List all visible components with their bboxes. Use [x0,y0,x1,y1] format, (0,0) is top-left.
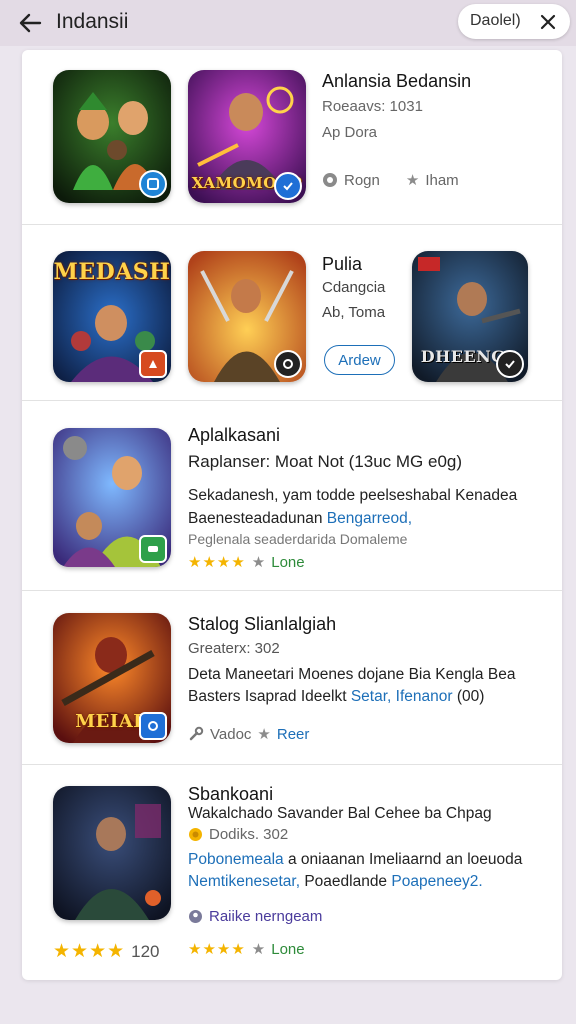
app-description-text: Pobonemeala a oniaanan Imeliaarnd an loe… [188,851,522,869]
game-icon-hammer-hero[interactable] [53,428,171,567]
info-icon [323,173,337,187]
description-segment: Basters Isaprad Ideelkt [188,688,347,705]
game-icon-purple-soldier[interactable]: XAMOMOUP [188,70,306,203]
description-segment: (00) [456,688,485,705]
app-description-text: Baenesteadadunan Bengarreod, [188,510,412,528]
rating-stars-icon: ★★★★ [53,941,126,962]
rating-label: Lone [271,553,305,571]
app-description-text: Basters Isaprad Ideelkt Setar, Ifenanor … [188,688,484,706]
rating-stars-icon: ★★★★ [188,554,246,571]
close-icon [540,14,556,30]
coin-icon [189,828,202,841]
app-tagline-text: Wakalchado Savander Bal Cehee ba Chpag [188,805,492,822]
app-developer-text: Ap Dora [322,124,378,141]
description-segment: Poaedlande [304,873,388,890]
author-label[interactable]: Raiike nerngeam [209,908,322,925]
row-divider [22,590,562,591]
rating-stars-icon: ★★★★ [188,941,246,958]
back-button[interactable] [14,8,46,38]
close-button[interactable] [536,10,560,34]
star-icon: ★ [257,726,271,743]
top-app-bar: Indansii Daolel) [0,0,576,46]
app-title: Indansii [56,10,129,33]
star-icon: ★ [251,554,266,571]
app-category-text: Cdangcia [322,279,386,296]
game-icon-dual-blade-hero[interactable] [188,251,306,382]
app-rating-row: ★★★★ ★ Lone [188,553,305,572]
platform-badge-icon [496,350,524,378]
app-description-text: Nemtikenesetar, Poaedlande Poapeneey2. [188,873,483,891]
app-reviews-row: Dodiks. 302 [188,826,288,843]
star-icon: ★ [251,941,266,958]
app-author-row: Raiike nerngeam [188,908,322,925]
platform-badge-icon [139,712,167,740]
app-title-text: Anlansia Bedansin [322,71,472,91]
platform-badge-icon [139,170,167,198]
app-description-text: Sekadanesh, yam todde peelseshabal Kenad… [188,487,518,504]
platform-badge-icon [274,350,302,378]
app-title-text: Aplalkasani [188,425,281,445]
reviews-label: Dodiks. 302 [209,826,289,843]
wrench-icon [189,726,204,741]
platform-badge-icon [139,535,167,563]
description-segment: a oniaanan Imeliaarnd an loeuoda [287,851,523,868]
description-link[interactable]: Poapeneey2. [391,873,482,890]
app-meta-row: Rogn ★ Iham [322,171,459,189]
app-subtitle-text: Raplanser: Moat Not (13uc MG e0g) [188,452,463,471]
game-icon-green-warrior[interactable] [53,70,171,203]
pill-action-button[interactable]: Daolel) [470,12,521,30]
description-link[interactable]: Setar, Ifenanor [351,688,453,705]
install-button[interactable]: Ardew [324,345,395,375]
rating-count: 120 [131,941,160,961]
description-segment: Baenesteadadunan [188,510,323,527]
meta-label: Rogn [344,171,380,189]
arrow-left-icon [19,13,42,33]
game-icon-medash[interactable]: MEDASH [53,251,171,382]
icon-caption: MEDASH [53,259,171,285]
row-divider [22,764,562,765]
app-description-text: Peglenala seaderdarida Domaleme [188,531,408,547]
app-reviews-text: Roeaavs: 1031 [322,98,423,115]
rating-label: Lone [271,940,305,958]
row-divider [22,224,562,225]
app-list-card: XAMOMOUP Anlansia Bedansin Roeaavs: 1031… [22,50,562,980]
app-meta-row: Vadoc ★ Reer [188,725,309,743]
rating-summary-row: ★★★★ 120 [53,940,160,963]
game-icon-meiar[interactable]: MEIAR [53,613,171,743]
app-title-text: Sbankoani [188,784,274,804]
app-title-text: Pulia [322,254,363,274]
description-link[interactable]: Nemtikenesetar, [188,873,300,890]
meta-label: Iham [425,171,459,189]
app-developer-text: Ab, Toma [322,304,386,321]
platform-badge-icon [274,172,302,200]
game-icon-hooded-rogue[interactable] [53,786,171,920]
app-description-text: Deta Maneetari Moenes dojane Bia Kengla … [188,666,516,683]
app-title-text: Stalog Slianlalgiah [188,614,337,634]
action-pill: Daolel) [458,4,570,39]
star-icon: ★ [405,172,420,189]
user-icon [189,910,202,923]
meta-label: Vadoc [210,725,252,743]
row-divider [22,400,562,401]
meta-label: Reer [276,725,310,743]
platform-badge-icon [139,350,167,378]
app-reviews-text: Greaterx: 302 [188,640,280,657]
description-link[interactable]: Bengarreod, [327,510,412,527]
app-rating-row: ★★★★ ★ Lone [188,940,305,959]
game-icon-dheengr[interactable]: DHEENGR [412,251,528,382]
description-link[interactable]: Pobonemeala [188,851,284,868]
